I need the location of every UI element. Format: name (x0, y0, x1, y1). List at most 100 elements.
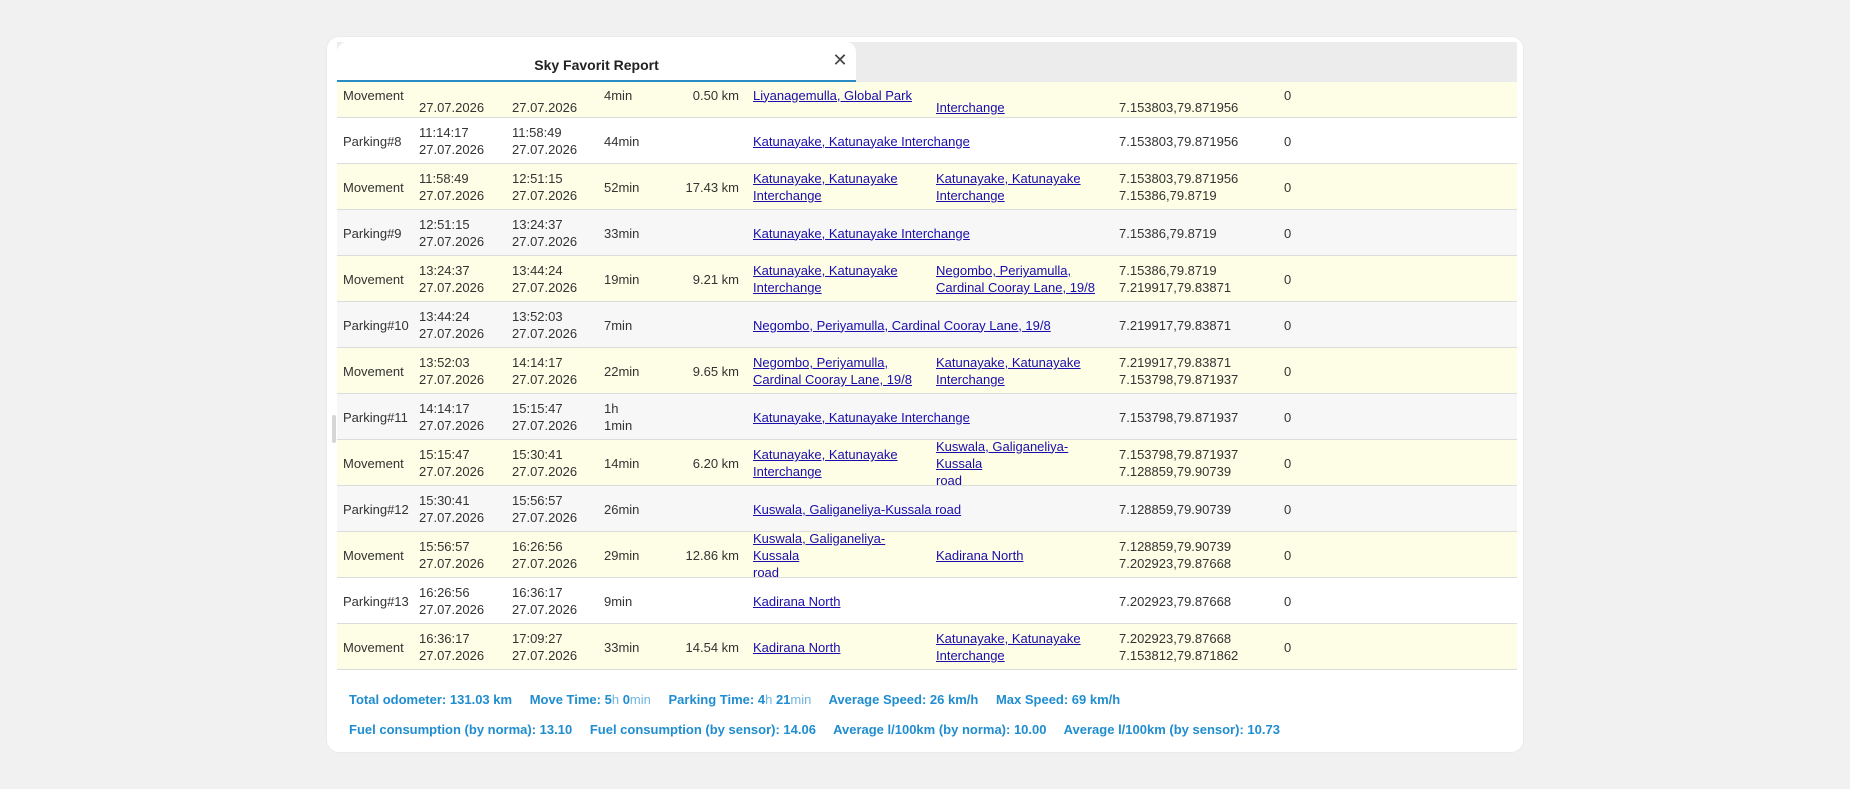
cell-coordinates: 7.153798,79.871937 (1119, 409, 1239, 425)
address-link-to[interactable]: Katunayake, Katunayake Interchange (936, 354, 1081, 388)
address-link[interactable]: Katunayake, Katunayake Interchange (753, 225, 970, 242)
tab-report[interactable]: Sky Favorit Report ✕ (337, 42, 856, 82)
table-row: Movement 15:15:47 27.07.2026 15:30:41 27.07.… (337, 438, 1517, 489)
cell-end: 11:58:49 27.07.2026 (512, 125, 578, 157)
cell-end: 27.07.2026 (512, 99, 578, 115)
cell-duration: 29min (604, 547, 640, 563)
cell-to: Kuswala, Galiganeliya-Kussala road (936, 438, 1096, 489)
cell-location: Katunayake, Katunayake Interchange (753, 210, 1113, 256)
cell-end: 13:52:03 27.07.2026 (512, 309, 578, 341)
cell-from: Negombo, Periyamulla, Cardinal Cooray Lan… (753, 348, 931, 394)
address-link[interactable]: Liyanagemulla, Global Park (753, 87, 912, 104)
cell-fuel: 0 (1284, 133, 1292, 149)
table-row: Parking#8 11:14:17 27.07.2026 11:58:49 27.07… (337, 118, 1517, 164)
table-row-partial: Movement 27.07.2026 27.07.2026 4min 0.50… (337, 82, 1517, 118)
cell-type: Movement (343, 179, 404, 195)
cell-start: 16:36:17 27.07.2026 (419, 631, 485, 663)
address-link[interactable]: Katunayake, Katunayake Interchange (753, 409, 970, 426)
cell-fuel: 0 (1284, 501, 1292, 517)
cell-end: 13:24:37 27.07.2026 (512, 217, 578, 249)
cell-from: Kadirana North (753, 624, 931, 670)
cell-fuel: 0 (1284, 363, 1292, 379)
cell-start: 11:58:49 27.07.2026 (419, 171, 485, 203)
move-time: Move Time: 5h 0min (529, 692, 651, 707)
cell-start: 11:14:17 27.07.2026 (419, 125, 485, 157)
cell-duration: 7min (604, 317, 633, 333)
cell-duration: 52min (604, 179, 640, 195)
address-link-to[interactable]: Kadirana North (936, 547, 1023, 564)
cell-end: 13:44:24 27.07.2026 (512, 263, 578, 295)
cell-coord: 7.202923,79.87668 7.153812,79.871862 (1119, 631, 1239, 663)
cell-to: Katunayake, Katunayake Interchange (936, 164, 1096, 210)
cell-to: Katunayake, Katunayake Interchange (936, 624, 1096, 670)
cell-type: Parking#8 (343, 133, 402, 149)
cell-coordinates: 7.128859,79.90739 (1119, 501, 1232, 517)
cell-end: 14:14:17 27.07.2026 (512, 355, 578, 387)
address-link[interactable]: Katunayake, Katunayake Interchange (753, 133, 970, 150)
cell-type: Parking#13 (343, 593, 409, 609)
cell-fuel: 0 (1284, 593, 1292, 609)
address-link-from[interactable]: Katunayake, Katunayake Interchange (753, 446, 898, 480)
table-row: Parking#11 14:14:17 27.07.2026 15:15:47 27.0… (337, 394, 1517, 440)
cell-start: 15:30:41 27.07.2026 (419, 493, 485, 525)
cell-fuel: 0 (1284, 179, 1292, 195)
cell-end: 16:26:56 27.07.2026 (512, 539, 578, 571)
cell-fuel: 0 (1284, 547, 1292, 563)
cell-duration: 19min (604, 271, 640, 287)
cell-start: 12:51:15 27.07.2026 (419, 217, 485, 249)
address-link-from[interactable]: Kuswala, Galiganeliya-Kussala road (753, 530, 931, 581)
cell-type: Movement (343, 639, 404, 655)
cell-coord: 7.153803,79.871956 7.15386,79.8719 (1119, 171, 1239, 203)
address-link[interactable]: Negombo, Periyamulla, Cardinal Cooray La… (753, 317, 1051, 334)
cell-from: Katunayake, Katunayake Interchange (753, 440, 931, 486)
report-table: Movement 27.07.2026 27.07.2026 4min 0.50… (337, 82, 1517, 702)
cell-end: 17:09:27 27.07.2026 (512, 631, 578, 663)
address-link-from[interactable]: Kadirana North (753, 639, 840, 656)
cell-start: 16:26:56 27.07.2026 (419, 585, 485, 617)
total-odometer: Total odometer: 131.03 km (349, 692, 513, 707)
cell-end: 12:51:15 27.07.2026 (512, 171, 578, 203)
cell-coord: 7.15386,79.8719 7.219917,79.83871 (1119, 263, 1232, 295)
cell-type: Movement (343, 87, 404, 103)
cell-from: Katunayake, Katunayake Interchange (753, 256, 931, 302)
address-link[interactable]: Interchange (936, 82, 1005, 116)
address-link[interactable]: Kuswala, Galiganeliya-Kussala road (753, 501, 961, 518)
resize-handle[interactable] (332, 415, 336, 443)
cell-coordinates: 7.202923,79.87668 (1119, 593, 1232, 609)
address-link-to[interactable]: Katunayake, Katunayake Interchange (936, 630, 1081, 664)
cell-start: 13:44:24 27.07.2026 (419, 309, 485, 341)
average-l100km-sensor: Average l/100km (by sensor): 10.73 (1063, 722, 1280, 737)
cell-from: Kuswala, Galiganeliya-Kussala road (753, 530, 931, 581)
address-link-to[interactable]: Katunayake, Katunayake Interchange (936, 170, 1081, 204)
max-speed: Max Speed: 69 km/h (995, 692, 1121, 707)
cell-duration: 33min (604, 639, 640, 655)
cell-duration: 4min (604, 87, 633, 103)
cell-coord: 7.128859,79.90739 7.202923,79.87668 (1119, 539, 1232, 571)
table-row: Movement 11:58:49 27.07.2026 12:51:15 27.07.… (337, 164, 1517, 210)
cell-fuel: 0 (1284, 225, 1292, 241)
cell-fuel: 0 (1284, 317, 1292, 333)
cell-duration: 14min (604, 455, 640, 471)
cell-start: 13:52:03 27.07.2026 (419, 355, 485, 387)
cell-type: Movement (343, 547, 404, 563)
cell-location: Kadirana North (753, 578, 1113, 624)
cell-duration: 9min (604, 593, 633, 609)
address-link-from[interactable]: Katunayake, Katunayake Interchange (753, 170, 898, 204)
address-link-from[interactable]: Negombo, Periyamulla, Cardinal Cooray Lan… (753, 354, 912, 388)
cell-type: Parking#10 (343, 317, 409, 333)
cell-distance: 0.50 km (692, 87, 739, 103)
address-link-to[interactable]: Negombo, Periyamulla, Cardinal Cooray Lan… (936, 262, 1095, 296)
cell-end: 16:36:17 27.07.2026 (512, 585, 578, 617)
table-row: Movement 13:24:37 27.07.2026 13:44:24 27.07.… (337, 256, 1517, 302)
fuel-consumption-sensor: Fuel consumption (by sensor): 14.06 (589, 722, 816, 737)
cell-from: Liyanagemulla, Global Park (753, 82, 931, 118)
cell-type: Parking#12 (343, 501, 409, 517)
close-icon[interactable]: ✕ (830, 50, 850, 70)
cell-location: Katunayake, Katunayake Interchange (753, 394, 1113, 440)
address-link[interactable]: Kadirana North (753, 593, 840, 610)
cell-fuel: 0 (1284, 639, 1292, 655)
address-link-from[interactable]: Katunayake, Katunayake Interchange (753, 262, 898, 296)
summary-line-2: Fuel consumption (by norma): 13.10 Fuel … (349, 715, 1509, 745)
address-link-to[interactable]: Kuswala, Galiganeliya-Kussala road (936, 438, 1096, 489)
cell-coordinates: 7.15386,79.8719 (1119, 225, 1217, 241)
